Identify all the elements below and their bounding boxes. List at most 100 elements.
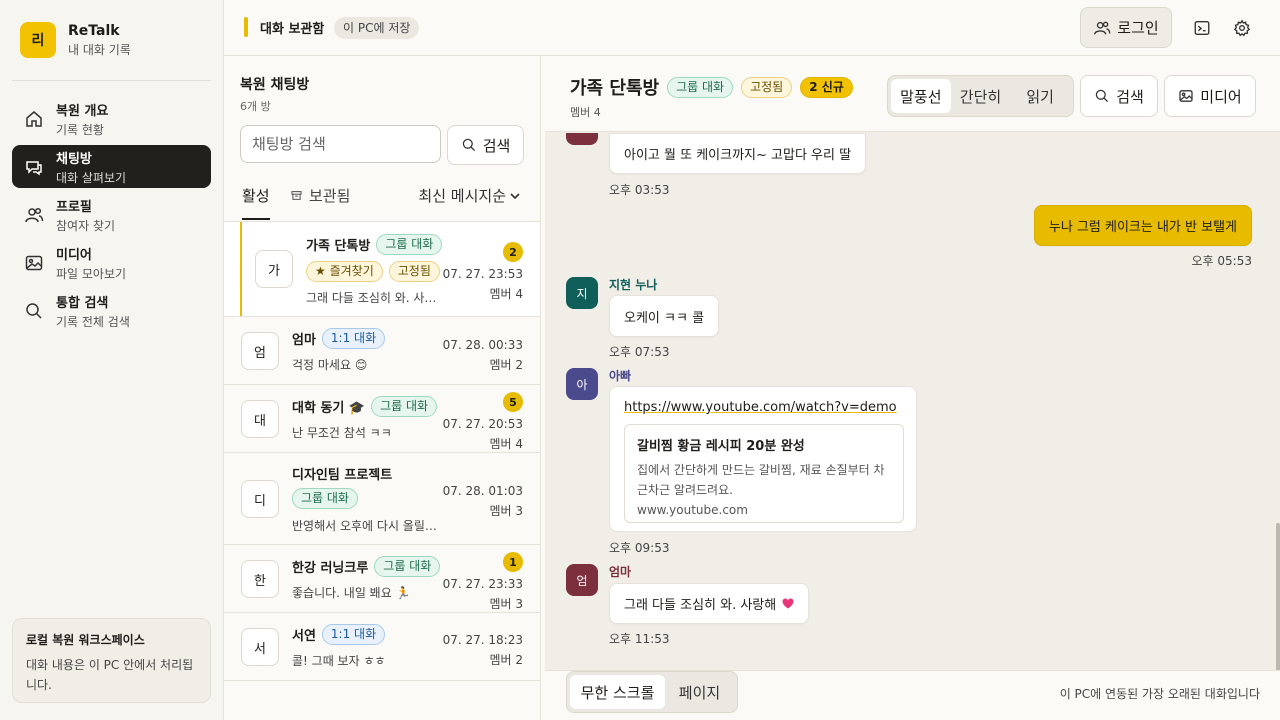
- message-avatar: 엄: [566, 564, 598, 596]
- message-avatar: 아: [566, 368, 598, 400]
- room-tabs: 활성 보관됨 최신 메시지순: [240, 185, 525, 220]
- sidebar-item-chats[interactable]: 채팅방 대화 살펴보기: [12, 145, 211, 188]
- topbar: 대화 보관함 이 PC에 저장 로그인: [224, 0, 1280, 56]
- heart-icon: [782, 598, 794, 609]
- media-label: 미디어: [1200, 87, 1242, 106]
- workspace-desc: 대화 내용은 이 PC 안에서 처리됩니다.: [26, 658, 194, 692]
- tab-active[interactable]: 활성: [242, 185, 270, 220]
- room-row[interactable]: 한 한강 러닝크루 그룹 대화 좋습니다. 내일 봬요 🏃 1 07. 27. …: [224, 545, 540, 613]
- sidebar-item-overview[interactable]: 복원 개요 기록 현황: [12, 97, 211, 140]
- room-search-input[interactable]: [240, 125, 441, 163]
- room-name: 디자인팀 프로젝트: [292, 464, 392, 483]
- brand[interactable]: 리 ReTalk 내 대화 기록: [20, 22, 131, 58]
- chat-panel: 가족 단톡방 그룹 대화 고정됨 2 신규 멤버 4 말풍선 간단히 읽기 검색…: [545, 56, 1280, 720]
- room-row[interactable]: 대 대학 동기 🎓 그룹 대화 난 무조건 참석 ㅋㅋ 5 07. 27. 20…: [224, 385, 540, 453]
- unread-badge: 5: [503, 392, 523, 412]
- message-time: 오후 09:53: [609, 541, 670, 555]
- room-row[interactable]: 디 디자인팀 프로젝트 그룹 대화 반영해서 오후에 다시 올릴… 07. 28…: [224, 453, 540, 545]
- view-mode-compact[interactable]: 간단히: [951, 79, 1011, 113]
- room-date: 07. 28. 01:03: [442, 484, 523, 498]
- room-badges: 그룹 대화: [292, 488, 358, 509]
- mode-infinite-scroll[interactable]: 무한 스크롤: [570, 675, 665, 709]
- view-mode-bubble[interactable]: 말풍선: [891, 79, 951, 113]
- room-type-badge: 그룹 대화: [292, 488, 358, 509]
- chat-footer: 무한 스크롤 페이지 이 PC에 연동된 가장 오래된 대화입니다: [545, 670, 1280, 720]
- sidebar-item-label: 미디어: [56, 247, 92, 263]
- link-preview-card[interactable]: 갈비찜 황금 레시피 20분 완성 집에서 간단하게 만드는 갈비찜, 재료 손…: [624, 424, 904, 523]
- pagination-mode-toggle: 무한 스크롤 페이지: [566, 671, 738, 713]
- terminal-button[interactable]: [1190, 16, 1214, 40]
- unread-badge: 1: [503, 552, 523, 572]
- room-name-text: 대학 동기 🎓: [292, 401, 366, 416]
- users-icon: [1094, 21, 1111, 34]
- sidebar-item-search[interactable]: 통합 검색 기록 전체 검색: [12, 289, 211, 332]
- room-members: 멤버 2: [489, 358, 523, 372]
- pinned-badge: 고정됨: [388, 261, 440, 282]
- room-date: 07. 27. 23:33: [442, 577, 523, 591]
- room-avatar: 한: [241, 560, 279, 598]
- settings-button[interactable]: [1230, 16, 1254, 40]
- message-bubble[interactable]: 오케이 ㅋㅋ 콜: [609, 295, 720, 337]
- sidebar-item-media[interactable]: 미디어 파일 모아보기: [12, 241, 211, 284]
- room-name-text: 한강 러닝크루: [292, 561, 369, 576]
- chat-scrollbar[interactable]: [1276, 523, 1280, 670]
- link-message: https://www.youtube.com/watch?v=demo 갈비찜…: [609, 386, 917, 532]
- room-list-panel: 복원 채팅방 6개 방 검색 활성 보관됨 최신 메시지순 가 가족 단톡방 그…: [224, 56, 541, 720]
- room-preview: 그래 다들 조심히 와. 사…: [306, 291, 437, 305]
- sort-label: 최신 메시지순: [418, 187, 506, 205]
- topbar-accent: [244, 17, 248, 37]
- link-preview-domain: www.youtube.com: [637, 503, 748, 517]
- room-preview: 반영해서 오후에 다시 올릴…: [292, 519, 437, 533]
- room-avatar: 엄: [241, 332, 279, 370]
- login-button[interactable]: 로그인: [1080, 7, 1172, 48]
- room-preview: 좋습니다. 내일 봬요 🏃: [292, 586, 411, 600]
- chat-title: 가족 단톡방 그룹 대화 고정됨 2 신규: [570, 74, 853, 100]
- room-badges: ★ 즐겨찾기 고정됨: [306, 261, 440, 282]
- message-bubble[interactable]: 아이고 뭘 또 케이크까지~ 고맙다 우리 딸: [609, 133, 867, 174]
- room-row[interactable]: 가 가족 단톡방 그룹 대화 ★ 즐겨찾기 고정됨 그래 다들 조심히 와. 사…: [224, 222, 540, 317]
- room-preview: 난 무조건 참석 ㅋㅋ: [292, 426, 392, 440]
- message-list: 아이고 뭘 또 케이크까지~ 고맙다 우리 딸 오후 03:53 누나 그럼 케…: [545, 133, 1280, 670]
- room-search-button[interactable]: 검색: [447, 125, 524, 165]
- chat-title-text: 가족 단톡방: [570, 78, 660, 99]
- room-row[interactable]: 엄 엄마 1:1 대화 걱정 마세요 😊 07. 28. 00:33 멤버 2: [224, 317, 540, 385]
- room-type-badge: 그룹 대화: [374, 556, 441, 577]
- tab-label: 활성: [242, 187, 270, 205]
- room-preview: 걱정 마세요 😊: [292, 358, 368, 372]
- favorite-badge: ★ 즐겨찾기: [306, 261, 383, 282]
- link-preview-title: 갈비찜 황금 레시피 20분 완성: [637, 439, 805, 454]
- message-bubble-mine[interactable]: 누나 그럼 케이크는 내가 반 보탤게: [1033, 205, 1252, 246]
- tab-archived[interactable]: 보관됨: [290, 185, 350, 220]
- room-members: 멤버 2: [489, 653, 523, 667]
- sidebar-item-profiles[interactable]: 프로필 참여자 찾기: [12, 193, 211, 236]
- mode-pages[interactable]: 페이지: [665, 675, 734, 709]
- gear-icon: [1233, 19, 1251, 37]
- sidebar: 리 ReTalk 내 대화 기록 복원 개요 기록 현황 채팅방 대화 살펴보기 프…: [0, 0, 224, 720]
- room-name: 엄마 1:1 대화: [292, 328, 386, 349]
- users-icon: [24, 205, 44, 225]
- message-sender: 지현 누나: [609, 278, 658, 292]
- chevron-down-icon: [510, 192, 520, 199]
- message-time: 오후 05:53: [1191, 254, 1252, 268]
- search-icon: [462, 138, 475, 152]
- brand-name: ReTalk: [68, 22, 120, 39]
- chat-members: 멤버 4: [570, 106, 601, 119]
- room-date: 07. 28. 00:33: [442, 338, 523, 352]
- chat-media-button[interactable]: 미디어: [1164, 75, 1256, 117]
- sort-select[interactable]: 최신 메시지순: [418, 185, 521, 206]
- chat-search-button[interactable]: 검색: [1080, 75, 1158, 117]
- view-mode-read[interactable]: 읽기: [1010, 79, 1070, 113]
- unread-badge: 2: [503, 242, 523, 262]
- room-type-badge: 1:1 대화: [321, 624, 386, 645]
- room-name: 한강 러닝크루 그룹 대화: [292, 556, 441, 577]
- room-name: 서연 1:1 대화: [292, 624, 386, 645]
- room-row[interactable]: 서 서연 1:1 대화 콜! 그때 보자 ㅎㅎ 07. 27. 18:23 멤버…: [224, 613, 540, 681]
- page-title: 대화 보관함: [260, 22, 325, 37]
- message-time: 오후 03:53: [609, 183, 670, 197]
- message-sender: 엄마: [609, 565, 632, 579]
- message-link[interactable]: https://www.youtube.com/watch?v=demo: [624, 400, 897, 415]
- sidebar-item-label: 통합 검색: [56, 295, 109, 311]
- storage-badge: 이 PC에 저장: [334, 17, 420, 39]
- sidebar-item-label: 프로필: [56, 199, 92, 215]
- message-bubble[interactable]: 그래 다들 조심히 와. 사랑해: [609, 583, 810, 624]
